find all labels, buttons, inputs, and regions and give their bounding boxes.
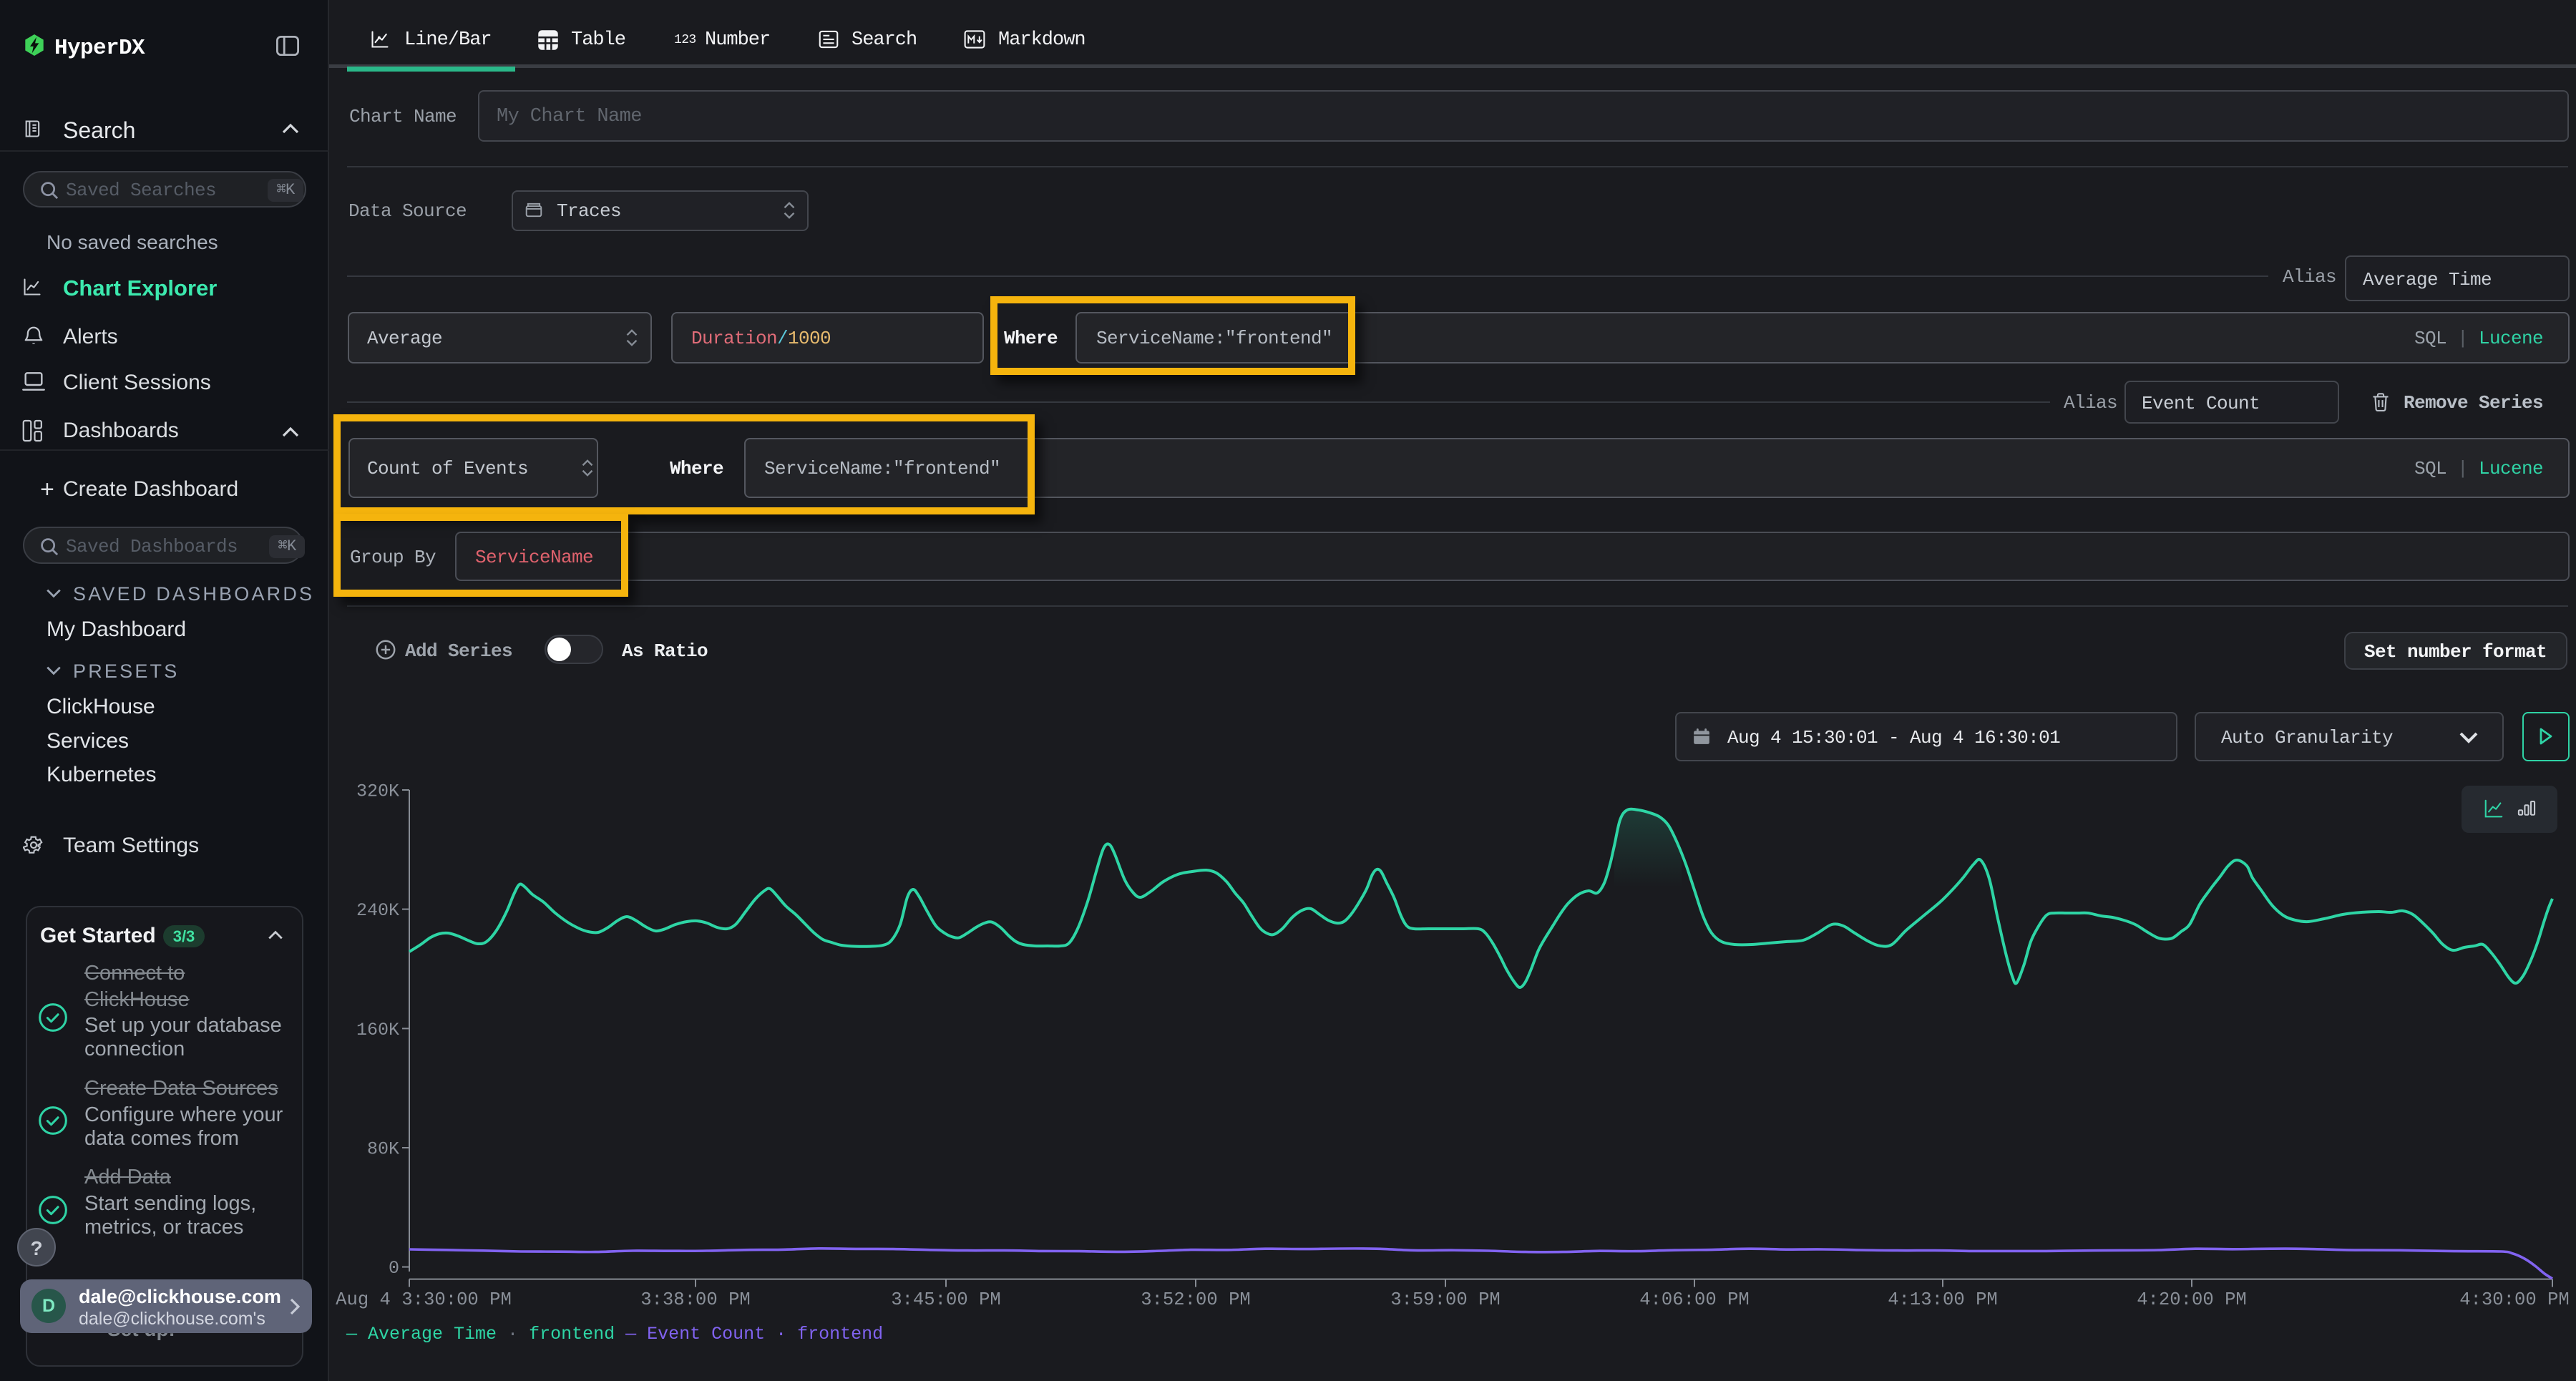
svg-text:— Average Time · frontend — Ev: — Average Time · frontend — Event Count … bbox=[346, 1324, 883, 1345]
svg-text:240K: 240K bbox=[356, 900, 399, 921]
svg-text:3:59:00 PM: 3:59:00 PM bbox=[1390, 1289, 1501, 1310]
svg-text:4:06:00 PM: 4:06:00 PM bbox=[1639, 1289, 1750, 1310]
svg-text:3:45:00 PM: 3:45:00 PM bbox=[891, 1289, 1001, 1310]
svg-text:4:13:00 PM: 4:13:00 PM bbox=[1888, 1289, 1998, 1310]
svg-text:0: 0 bbox=[389, 1258, 399, 1279]
svg-text:4:30:00 PM: 4:30:00 PM bbox=[2459, 1289, 2570, 1310]
svg-text:4:20:00 PM: 4:20:00 PM bbox=[2137, 1289, 2247, 1310]
svg-text:320K: 320K bbox=[356, 781, 399, 801]
svg-text:Aug 4 3:30:00 PM: Aug 4 3:30:00 PM bbox=[336, 1289, 512, 1310]
svg-text:3:52:00 PM: 3:52:00 PM bbox=[1141, 1289, 1251, 1310]
svg-text:160K: 160K bbox=[356, 1020, 399, 1040]
svg-text:3:38:00 PM: 3:38:00 PM bbox=[640, 1289, 751, 1310]
svg-text:80K: 80K bbox=[367, 1138, 399, 1159]
